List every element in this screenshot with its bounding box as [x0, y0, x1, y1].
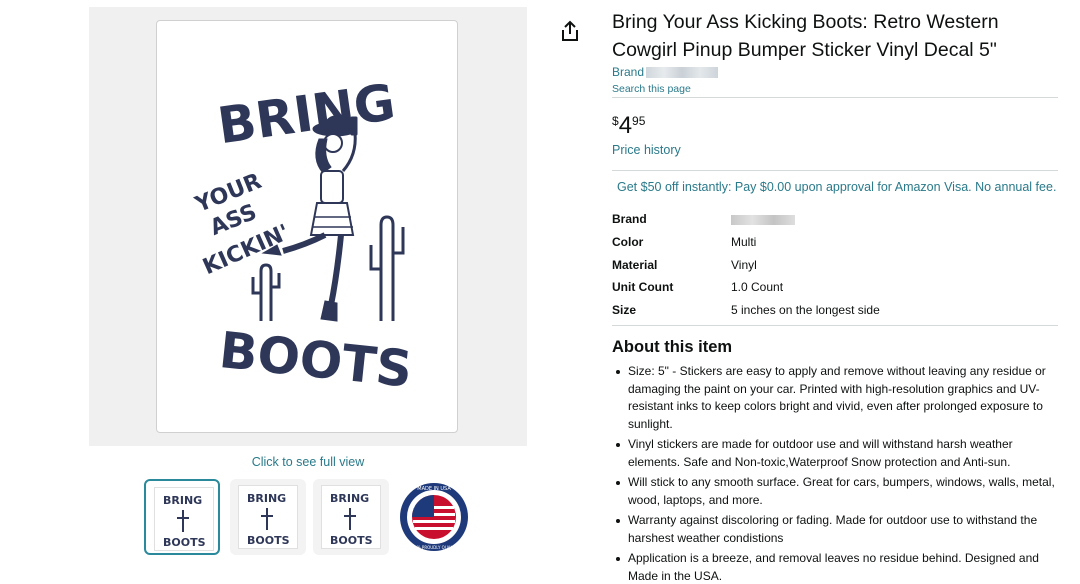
spec-value: 5 inches on the longest side	[731, 303, 880, 317]
thumb-text-top: BRING	[330, 492, 369, 505]
thumb-text-bottom: BOOTS	[330, 534, 373, 547]
spec-key: Unit Count	[612, 280, 674, 294]
divider	[612, 325, 1058, 326]
price-whole: 4	[618, 112, 633, 139]
thumb-text-bottom: BOOTS	[163, 536, 206, 549]
thumbnail-4-made-in-usa[interactable]: MADE IN USA 100% PROUDLY QUALITY	[396, 479, 472, 555]
brand-link[interactable]: Brand	[612, 65, 719, 79]
price-fraction: 95	[632, 114, 646, 128]
price-currency: $	[612, 114, 619, 128]
price-history-link[interactable]: Price history	[612, 143, 681, 157]
about-bullet: Vinyl stickers are made for outdoor use …	[612, 436, 1062, 471]
thumb-text-bottom: BOOTS	[247, 534, 290, 547]
sticker-text-boots: BOOTS	[217, 321, 415, 399]
main-product-image[interactable]: BRING YOUR ASS KICKIN' BOOTS	[156, 20, 458, 433]
thumbnail-3[interactable]: BRING BOOTS	[313, 479, 389, 555]
sticker-text-bring: BRING	[214, 73, 398, 155]
about-bullet: Application is a breeze, and removal lea…	[612, 550, 1062, 584]
about-bullet: Size: 5" - Stickers are easy to apply an…	[612, 363, 1062, 433]
about-this-item-heading: About this item	[612, 338, 733, 356]
thumbnail-2[interactable]: BRING BOOTS	[230, 479, 306, 555]
brand-name-redacted	[646, 67, 719, 79]
search-this-page-link[interactable]: Search this page	[612, 83, 691, 95]
thumbnail-1[interactable]: BRING BOOTS	[144, 479, 220, 555]
spec-key: Material	[612, 258, 658, 272]
share-icon[interactable]	[560, 20, 580, 42]
sticker-artwork: BRING YOUR ASS KICKIN' BOOTS	[191, 73, 415, 399]
spec-value: Multi	[731, 235, 757, 249]
made-in-usa-badge-icon: MADE IN USA 100% PROUDLY QUALITY	[400, 483, 468, 551]
thumb-text-top: BRING	[163, 494, 202, 507]
see-full-view-link[interactable]: Click to see full view	[89, 455, 527, 469]
product-title: Bring Your Ass Kicking Boots: Retro West…	[612, 11, 999, 61]
cactus-left	[251, 263, 281, 321]
about-bullet: Warranty against discoloring or fading. …	[612, 512, 1062, 547]
spec-value-redacted	[731, 212, 795, 228]
thumb-text-top: BRING	[247, 492, 286, 505]
about-bullet: Will stick to any smooth surface. Great …	[612, 474, 1062, 509]
spec-value: Vinyl	[731, 258, 757, 272]
badge-text-top: MADE IN USA	[417, 486, 451, 492]
amazon-visa-promo-link[interactable]: Get $50 off instantly: Pay $0.00 upon ap…	[617, 180, 1056, 194]
brand-link-prefix: Brand	[612, 65, 645, 79]
spec-value: 1.0 Count	[731, 280, 784, 294]
price: $495	[612, 112, 645, 140]
spec-key: Size	[612, 303, 637, 317]
divider	[612, 97, 1058, 98]
spec-key: Color	[612, 235, 644, 249]
about-bullet-list: Size: 5" - Stickers are easy to apply an…	[612, 363, 1062, 584]
spec-key: Brand	[612, 212, 647, 226]
divider	[612, 170, 1058, 171]
cactus-right	[369, 215, 405, 321]
badge-text-bottom: 100% PROUDLY QUALITY	[409, 545, 459, 550]
